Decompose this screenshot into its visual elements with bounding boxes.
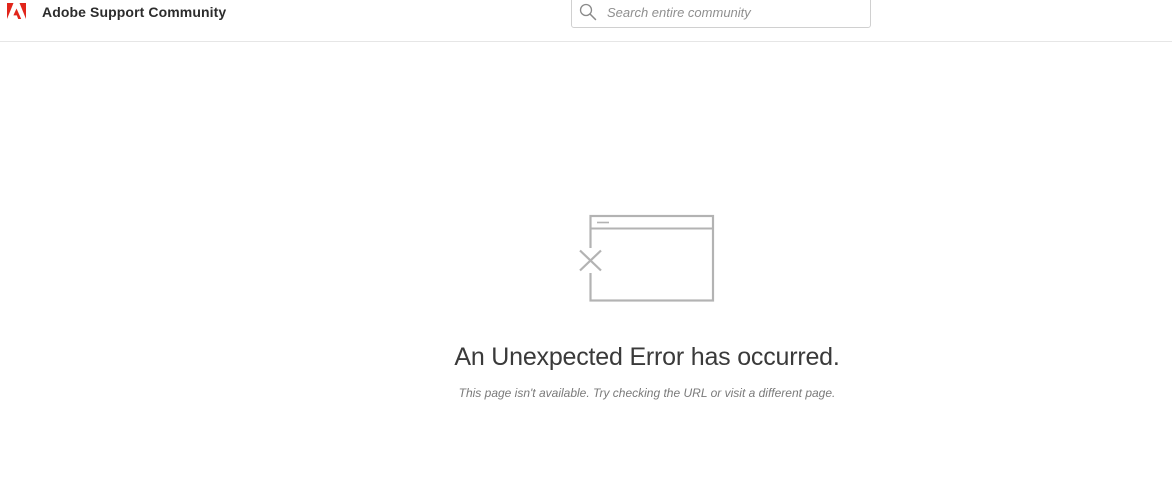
site-header: Adobe Support Community	[0, 0, 1172, 42]
error-message: This page isn't available. Try checking …	[458, 386, 836, 400]
home-link[interactable]: Adobe Support Community	[7, 3, 226, 20]
broken-window-icon	[576, 212, 718, 304]
adobe-logo-icon	[7, 3, 26, 20]
search-box[interactable]	[571, 0, 871, 28]
search-input[interactable]	[607, 2, 862, 22]
search-icon[interactable]	[579, 3, 597, 21]
site-title: Adobe Support Community	[42, 3, 227, 20]
error-heading: An Unexpected Error has occurred.	[454, 343, 840, 371]
